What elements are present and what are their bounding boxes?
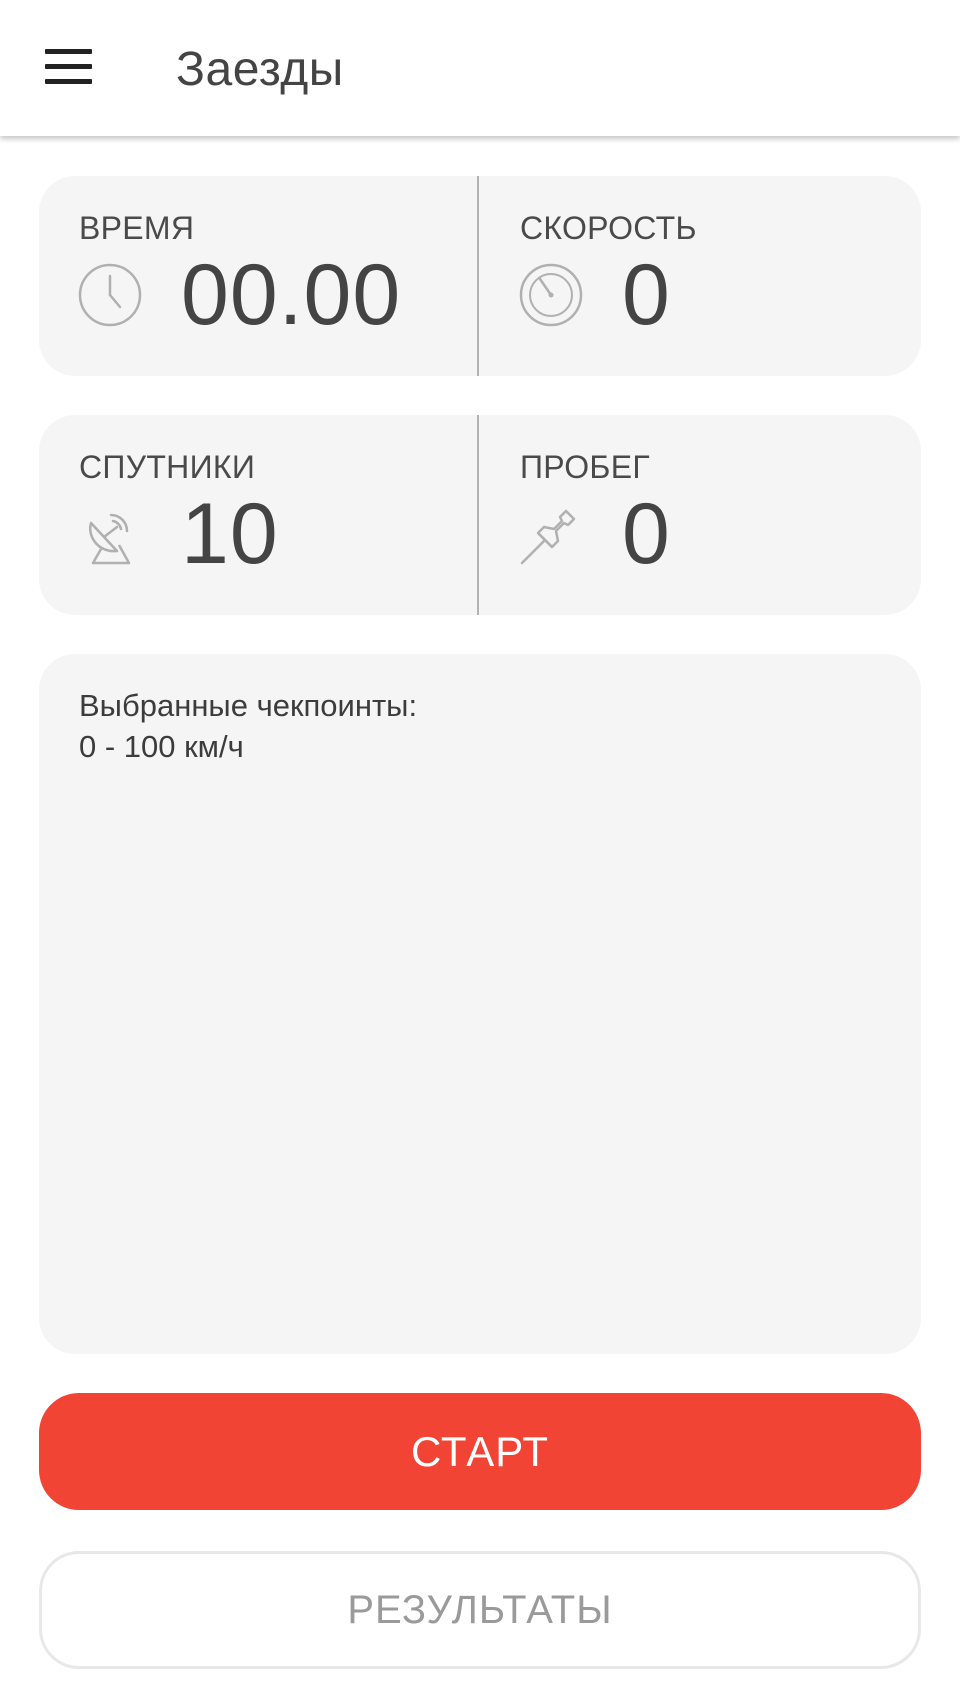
stat-satellites-value: 10 — [181, 486, 279, 582]
stat-distance: ПРОБЕГ 0 — [480, 415, 900, 615]
top-app-bar: Заезды — [0, 0, 960, 136]
clock-icon — [78, 263, 142, 327]
stat-time-value: 00.00 — [181, 247, 402, 343]
speedometer-icon — [519, 263, 583, 327]
pushpin-icon — [520, 509, 576, 565]
page-title: Заезды — [176, 43, 344, 96]
stat-distance-label: ПРОБЕГ — [520, 449, 651, 485]
card-divider — [477, 176, 479, 376]
stat-speed-label: СКОРОСТЬ — [520, 210, 697, 246]
stat-distance-value: 0 — [622, 486, 671, 582]
stat-time: ВРЕМЯ 00.00 — [39, 176, 459, 376]
card-divider — [477, 415, 479, 615]
stat-satellites: СПУТНИКИ 10 — [39, 415, 459, 615]
checkpoint-item[interactable]: 0 - 100 км/ч — [79, 729, 244, 765]
stat-satellites-label: СПУТНИКИ — [79, 449, 256, 485]
stats-card-satellites-distance: СПУТНИКИ 10 ПРОБЕГ 0 — [39, 415, 921, 615]
stat-speed-value: 0 — [622, 247, 671, 343]
app-screen: Заезды ВРЕМЯ 00.00 СКОРОСТЬ 0 СПУТНИКИ 1… — [0, 0, 960, 1707]
satellite-dish-icon — [88, 513, 131, 565]
start-button[interactable]: СТАРТ — [39, 1393, 921, 1510]
checkpoints-card: Выбранные чекпоинты: 0 - 100 км/ч — [39, 654, 921, 1354]
stat-speed: СКОРОСТЬ 0 — [480, 176, 900, 376]
hamburger-menu-icon[interactable] — [34, 36, 102, 100]
stats-card-time-speed: ВРЕМЯ 00.00 СКОРОСТЬ 0 — [39, 176, 921, 376]
stat-time-label: ВРЕМЯ — [79, 210, 195, 246]
checkpoints-title: Выбранные чекпоинты: — [79, 688, 418, 723]
results-button[interactable]: РЕЗУЛЬТАТЫ — [39, 1551, 921, 1669]
